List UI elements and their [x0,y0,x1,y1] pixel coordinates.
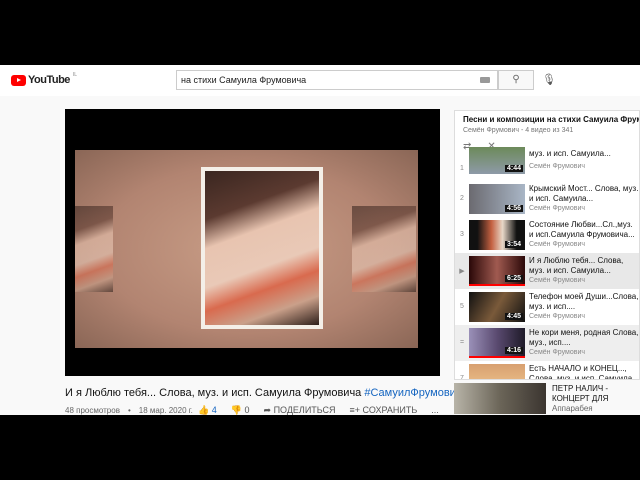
item-channel: Семён Фрумович [529,313,586,320]
mic-icon[interactable]: 🎙 [542,73,556,86]
dislike-count: 0 [244,405,250,415]
share-label: ПОДЕЛИТЬСЯ [273,405,336,415]
like-button[interactable]: 👍 4 [198,405,217,415]
item-title: Состояние Любви...Сл.,муз. и исп.Самуила… [529,220,635,239]
item-index: 7 [460,375,464,380]
item-thumbnail: 4:44 [469,147,525,174]
share-button[interactable]: ➦ ПОДЕЛИТЬСЯ [264,405,336,415]
playlist-item[interactable]: 3 3:54 Состояние Любви...Сл.,муз. и исп.… [455,217,639,253]
playlist-item[interactable]: = 4:16 Не кори меня, родная Слова, муз.,… [455,325,639,361]
duration-badge: 3:54 [504,241,523,248]
drag-handle-icon[interactable]: = [458,339,466,346]
item-channel: Семён Фрумович [529,349,586,356]
page: YouTube IL на стихи Самуила Фрумовича ⚲ … [0,65,640,415]
share-icon: ➦ [263,405,272,415]
video-title: И я Люблю тебя... Слова, муз. и исп. Сам… [65,387,462,399]
item-thumbnail: 6:25 [469,256,525,286]
item-title: Телефон моей Души...Слова, муз. и исп...… [529,292,639,311]
item-title: И я Люблю тебя... Слова, муз. и исп. Сам… [529,256,624,275]
item-title: Есть НАЧАЛО и КОНЕЦ..., Слова, муз. и ис… [529,364,639,380]
recommended-video[interactable]: ПЕТР НАЛИЧ - КОНЦЕРТ ДЛЯ ВОЛОНТЕРОВ В...… [454,383,640,414]
masthead: YouTube IL на стихи Самуила Фрумовича ⚲ … [0,65,640,96]
item-index: 2 [460,195,464,202]
search-button[interactable]: ⚲ [498,70,534,90]
item-channel: Семён Фрумович [529,163,586,170]
dislike-button[interactable]: 👎 0 [231,405,250,415]
add-to-playlist-icon: ≡+ [349,405,361,415]
playlist-item-current[interactable]: ▶ 6:25 И я Люблю тебя... Слова, муз. и и… [455,253,639,289]
recommended-channel: Аппарабея [552,404,593,413]
playlist-title[interactable]: Песни и композиции на стихи Самуила Фрум… [463,115,639,124]
playlist-item[interactable]: 5 4:45 Телефон моей Души...Слова, муз. и… [455,289,639,325]
playlist-item[interactable]: 7 Есть НАЧАЛО и КОНЕЦ..., Слова, муз. и … [455,361,639,380]
title-text: И я Люблю тебя... Слова, муз. и исп. Сам… [65,387,362,399]
duration-badge: 4:44 [504,165,523,172]
video-frame [75,150,418,348]
item-channel: Семён Фрумович [529,277,586,284]
playlist-subtitle: Семён Фрумович - 4 видео из 341 [463,127,574,134]
like-count: 4 [211,405,217,415]
duration-badge: 4:45 [504,313,523,320]
thumbs-down-icon: 👎 [230,405,242,415]
save-label: СОХРАНИТЬ [362,405,418,415]
more-actions-button[interactable]: ... [431,405,439,415]
video-meta: 48 просмотров • 18 мар. 2020 г. [65,406,193,415]
search-icon: ⚲ [512,74,520,85]
side-photo-left [75,206,113,292]
item-thumbnail [469,364,525,379]
side-photo-right [352,206,416,292]
search-input[interactable]: на стихи Самуила Фрумовича [176,70,498,90]
item-channel: Семён Фрумович [529,241,586,248]
separator: • [127,406,131,415]
item-title: Крымский Мост... Слова, муз. и исп. Саму… [529,184,639,203]
video-actions: 👍 4 👎 0 ➦ ПОДЕЛИТЬСЯ ≡+ СОХРАНИТЬ ... [198,405,439,415]
thumbs-up-icon: 👍 [198,405,210,415]
item-channel: Семён Фрумович [529,205,586,212]
youtube-logo[interactable]: YouTube IL [11,72,78,86]
item-thumbnail: 4:45 [469,292,525,322]
recommended-title: ПЕТР НАЛИЧ - КОНЦЕРТ ДЛЯ ВОЛОНТЕРОВ В... [552,384,609,403]
duration-badge: 6:25 [504,275,523,282]
playlist-item[interactable]: 2 4:56 Крымский Мост... Слова, муз. и ис… [455,181,639,217]
country-code: IL [72,72,78,78]
item-title: муз. и исп. Самуила... [529,149,611,158]
item-index: 3 [460,231,464,238]
video-player[interactable] [65,109,440,376]
duration-badge: 4:16 [504,347,523,354]
playlist-panel: Песни и композиции на стихи Самуила Фрум… [454,110,640,380]
now-playing-icon: ▶ [459,268,465,275]
logo-text: YouTube [28,74,70,86]
item-index: 5 [460,303,464,310]
item-thumbnail: 4:56 [469,184,525,214]
keyboard-icon[interactable] [480,77,490,83]
duration-badge: 4:56 [504,205,523,212]
main-photo [201,167,323,329]
item-title: Не кори меня, родная Слова, муз., исп...… [529,328,639,347]
upload-date: 18 мар. 2020 г. [138,406,193,415]
hashtag-link[interactable]: #СамуилФрумович [364,387,461,399]
item-index: 1 [460,165,464,172]
view-count: 48 просмотров [65,406,120,415]
item-thumbnail: 4:16 [469,328,525,358]
play-logo-icon [11,74,26,86]
recommended-thumbnail [454,383,546,414]
save-button[interactable]: ≡+ СОХРАНИТЬ [350,405,418,415]
item-thumbnail: 3:54 [469,220,525,250]
